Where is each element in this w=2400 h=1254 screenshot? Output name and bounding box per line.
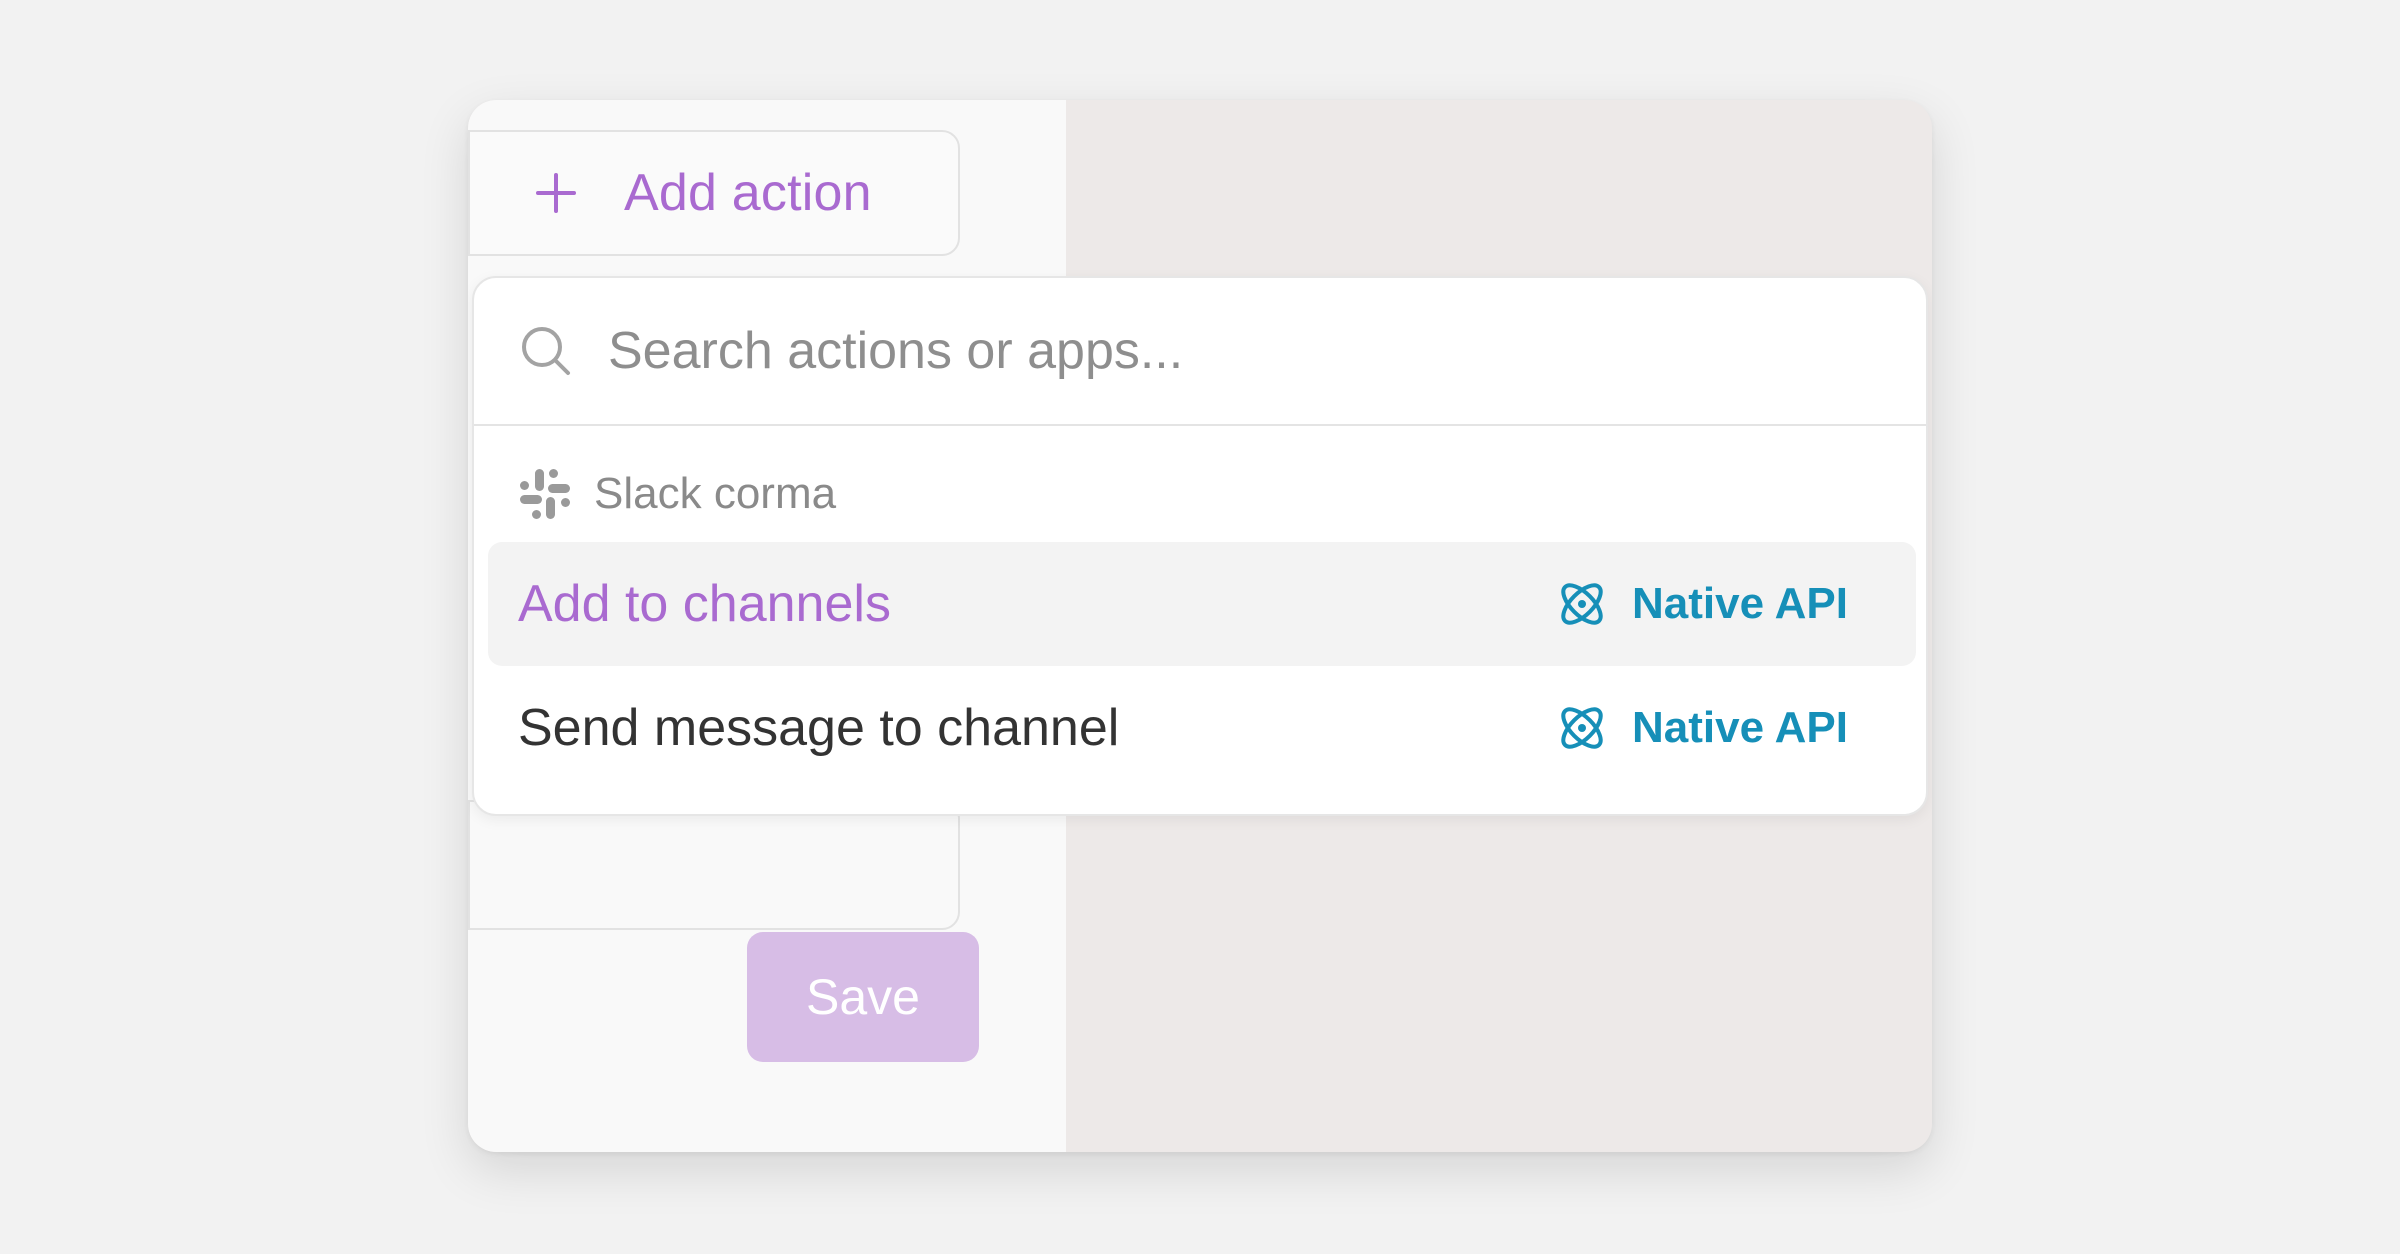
- search-bar: [474, 278, 1926, 426]
- action-item-add-to-channels[interactable]: Add to channels Native API: [488, 542, 1916, 666]
- save-button[interactable]: Save: [747, 932, 979, 1062]
- atom-icon: [1561, 707, 1603, 749]
- add-action-button[interactable]: Add action: [468, 130, 960, 256]
- badge-label: Native API: [1631, 579, 1848, 628]
- search-input[interactable]: [606, 320, 1810, 382]
- add-action-label: Add action: [624, 164, 872, 222]
- action-picker-dropdown: Slack corma Add to channels Native API S…: [472, 276, 1928, 816]
- action-item-send-message-to-channel[interactable]: Send message to channel Native API: [488, 666, 1916, 790]
- group-label: Slack corma: [594, 469, 837, 518]
- native-api-badge: Native API: [1554, 576, 1848, 632]
- hidden-action-card: [468, 800, 960, 930]
- app-window: Add action Save Search actions or apps..…: [468, 100, 1932, 1152]
- badge-label: Native API: [1631, 703, 1848, 752]
- group-header-slack: Slack corma: [518, 466, 836, 522]
- slack-icon: [520, 469, 570, 519]
- atom-icon: [1561, 583, 1603, 625]
- action-label: Add to channels: [518, 575, 891, 633]
- plus-icon: [536, 173, 576, 213]
- action-label: Send message to channel: [518, 699, 1120, 757]
- native-api-badge: Native API: [1554, 700, 1848, 756]
- search-icon: [522, 327, 570, 375]
